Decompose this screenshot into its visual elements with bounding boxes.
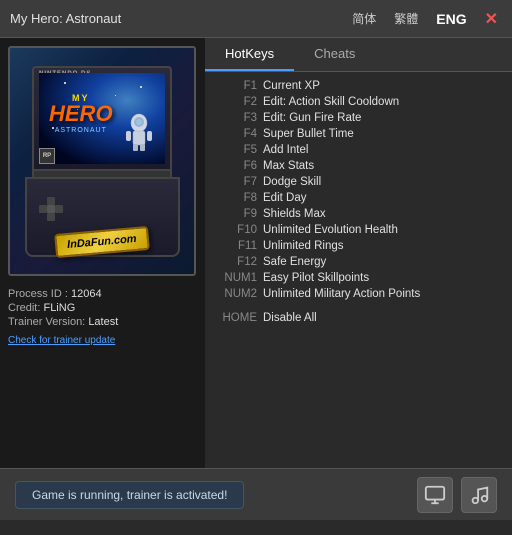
process-info: Process ID : 12064 Credit: FLiNG Trainer… bbox=[8, 284, 197, 352]
home-hotkey-row: HOME Disable All bbox=[215, 310, 502, 326]
status-icons bbox=[417, 477, 497, 513]
hotkey-desc: Dodge Skill bbox=[263, 176, 321, 188]
hotkey-key: F4 bbox=[215, 128, 257, 140]
process-id-value: 12064 bbox=[71, 288, 102, 300]
version-value: Latest bbox=[88, 316, 118, 328]
monitor-button[interactable] bbox=[417, 477, 453, 513]
status-message: Game is running, trainer is activated! bbox=[15, 481, 244, 509]
hotkey-row: F8 Edit Day bbox=[215, 190, 502, 206]
update-link[interactable]: Check for trainer update bbox=[8, 335, 115, 346]
star-decoration bbox=[140, 86, 142, 88]
hotkey-row: F4 Super Bullet Time bbox=[215, 126, 502, 142]
ds-top-screen: NINTENDO DS MY HERO ASTRONAUT bbox=[32, 66, 172, 171]
hotkey-key: F10 bbox=[215, 224, 257, 236]
hotkey-row: F2 Edit: Action Skill Cooldown bbox=[215, 94, 502, 110]
hotkey-row: F12 Safe Energy bbox=[215, 254, 502, 270]
home-key-desc: Disable All bbox=[263, 312, 317, 324]
hotkey-key: F8 bbox=[215, 192, 257, 204]
hotkey-row: F9 Shields Max bbox=[215, 206, 502, 222]
credit-value: FLiNG bbox=[43, 302, 75, 314]
hotkey-desc: Shields Max bbox=[263, 208, 326, 220]
main-content: NINTENDO DS MY HERO ASTRONAUT bbox=[0, 38, 512, 468]
star-decoration bbox=[64, 82, 66, 84]
tab-hotkeys[interactable]: HotKeys bbox=[205, 38, 294, 71]
hotkey-key: NUM2 bbox=[215, 288, 257, 300]
hotkey-desc: Edit: Action Skill Cooldown bbox=[263, 96, 399, 108]
hotkey-row: F10 Unlimited Evolution Health bbox=[215, 222, 502, 238]
hotkey-key: F6 bbox=[215, 160, 257, 172]
hotkey-row: F7 Dodge Skill bbox=[215, 174, 502, 190]
hotkey-row: F11 Unlimited Rings bbox=[215, 238, 502, 254]
credit-label: Credit: bbox=[8, 302, 43, 314]
hotkey-desc: Unlimited Rings bbox=[263, 240, 344, 252]
hotkey-key: F2 bbox=[215, 96, 257, 108]
hotkey-key: F12 bbox=[215, 256, 257, 268]
game-cover: NINTENDO DS MY HERO ASTRONAUT bbox=[8, 46, 196, 276]
tab-cheats[interactable]: Cheats bbox=[294, 38, 375, 71]
hotkey-key: F9 bbox=[215, 208, 257, 220]
tabs-container: HotKeys Cheats bbox=[205, 38, 512, 72]
version-label: Trainer Version: bbox=[8, 316, 85, 328]
hotkey-desc: Safe Energy bbox=[263, 256, 326, 268]
hotkey-row: NUM2 Unlimited Military Action Points bbox=[215, 286, 502, 302]
rating-badge: RP bbox=[39, 148, 55, 164]
hotkey-row: NUM1 Easy Pilot Skillpoints bbox=[215, 270, 502, 286]
left-panel: NINTENDO DS MY HERO ASTRONAUT bbox=[0, 38, 205, 468]
lang-english[interactable]: ENG bbox=[432, 9, 470, 29]
hotkey-key: NUM1 bbox=[215, 272, 257, 284]
ds-screen: MY HERO ASTRONAUT bbox=[39, 73, 165, 164]
hotkey-desc: Edit Day bbox=[263, 192, 306, 204]
hotkey-desc: Current XP bbox=[263, 80, 320, 92]
astronaut-subtitle: ASTRONAUT bbox=[55, 127, 107, 134]
hotkey-key: F1 bbox=[215, 80, 257, 92]
app-title: My Hero: Astronaut bbox=[10, 11, 121, 26]
music-button[interactable] bbox=[461, 477, 497, 513]
hotkey-desc: Unlimited Military Action Points bbox=[263, 288, 420, 300]
hotkey-desc: Edit: Gun Fire Rate bbox=[263, 112, 361, 124]
right-panel: HotKeys Cheats F1 Current XP F2 Edit: Actio… bbox=[205, 38, 512, 468]
lang-traditional[interactable]: 繁體 bbox=[390, 8, 422, 29]
process-id-label: Process ID : bbox=[8, 288, 68, 300]
hotkey-desc: Max Stats bbox=[263, 160, 314, 172]
hotkey-key: F7 bbox=[215, 176, 257, 188]
ds-hinge bbox=[32, 171, 172, 177]
status-bar: Game is running, trainer is activated! bbox=[0, 468, 512, 520]
hotkey-desc: Super Bullet Time bbox=[263, 128, 354, 140]
hotkeys-content: F1 Current XP F2 Edit: Action Skill Cooldow… bbox=[205, 72, 512, 468]
hotkey-row: F5 Add Intel bbox=[215, 142, 502, 158]
home-key-label: HOME bbox=[215, 312, 257, 324]
hotkey-key: F11 bbox=[215, 240, 257, 252]
hotkey-row: F3 Edit: Gun Fire Rate bbox=[215, 110, 502, 126]
lang-controls: 简体 繁體 ENG ✕ bbox=[348, 8, 502, 29]
hotkey-key: F5 bbox=[215, 144, 257, 156]
hotkey-row: F1 Current XP bbox=[215, 78, 502, 94]
hotkey-desc: Unlimited Evolution Health bbox=[263, 224, 398, 236]
process-id-line: Process ID : 12064 bbox=[8, 288, 197, 300]
hotkey-key: F3 bbox=[215, 112, 257, 124]
hotkey-desc: Easy Pilot Skillpoints bbox=[263, 272, 369, 284]
astronaut-figure bbox=[125, 111, 153, 156]
hotkey-desc: Add Intel bbox=[263, 144, 308, 156]
monitor-icon bbox=[424, 484, 446, 506]
credit-line: Credit: FLiNG bbox=[8, 302, 197, 314]
hotkey-row: F6 Max Stats bbox=[215, 158, 502, 174]
hero-label: HERO bbox=[49, 103, 113, 125]
music-icon bbox=[468, 484, 490, 506]
watermark-overlay: InDaFun.com bbox=[10, 230, 194, 254]
title-bar: My Hero: Astronaut 简体 繁體 ENG ✕ bbox=[0, 0, 512, 38]
lang-simplified[interactable]: 简体 bbox=[348, 8, 380, 29]
version-line: Trainer Version: Latest bbox=[8, 316, 197, 328]
watermark-text: InDaFun.com bbox=[54, 226, 149, 258]
hero-logo: MY HERO ASTRONAUT bbox=[49, 93, 113, 134]
close-button[interactable]: ✕ bbox=[481, 9, 502, 29]
dpad-decoration bbox=[39, 197, 63, 226]
